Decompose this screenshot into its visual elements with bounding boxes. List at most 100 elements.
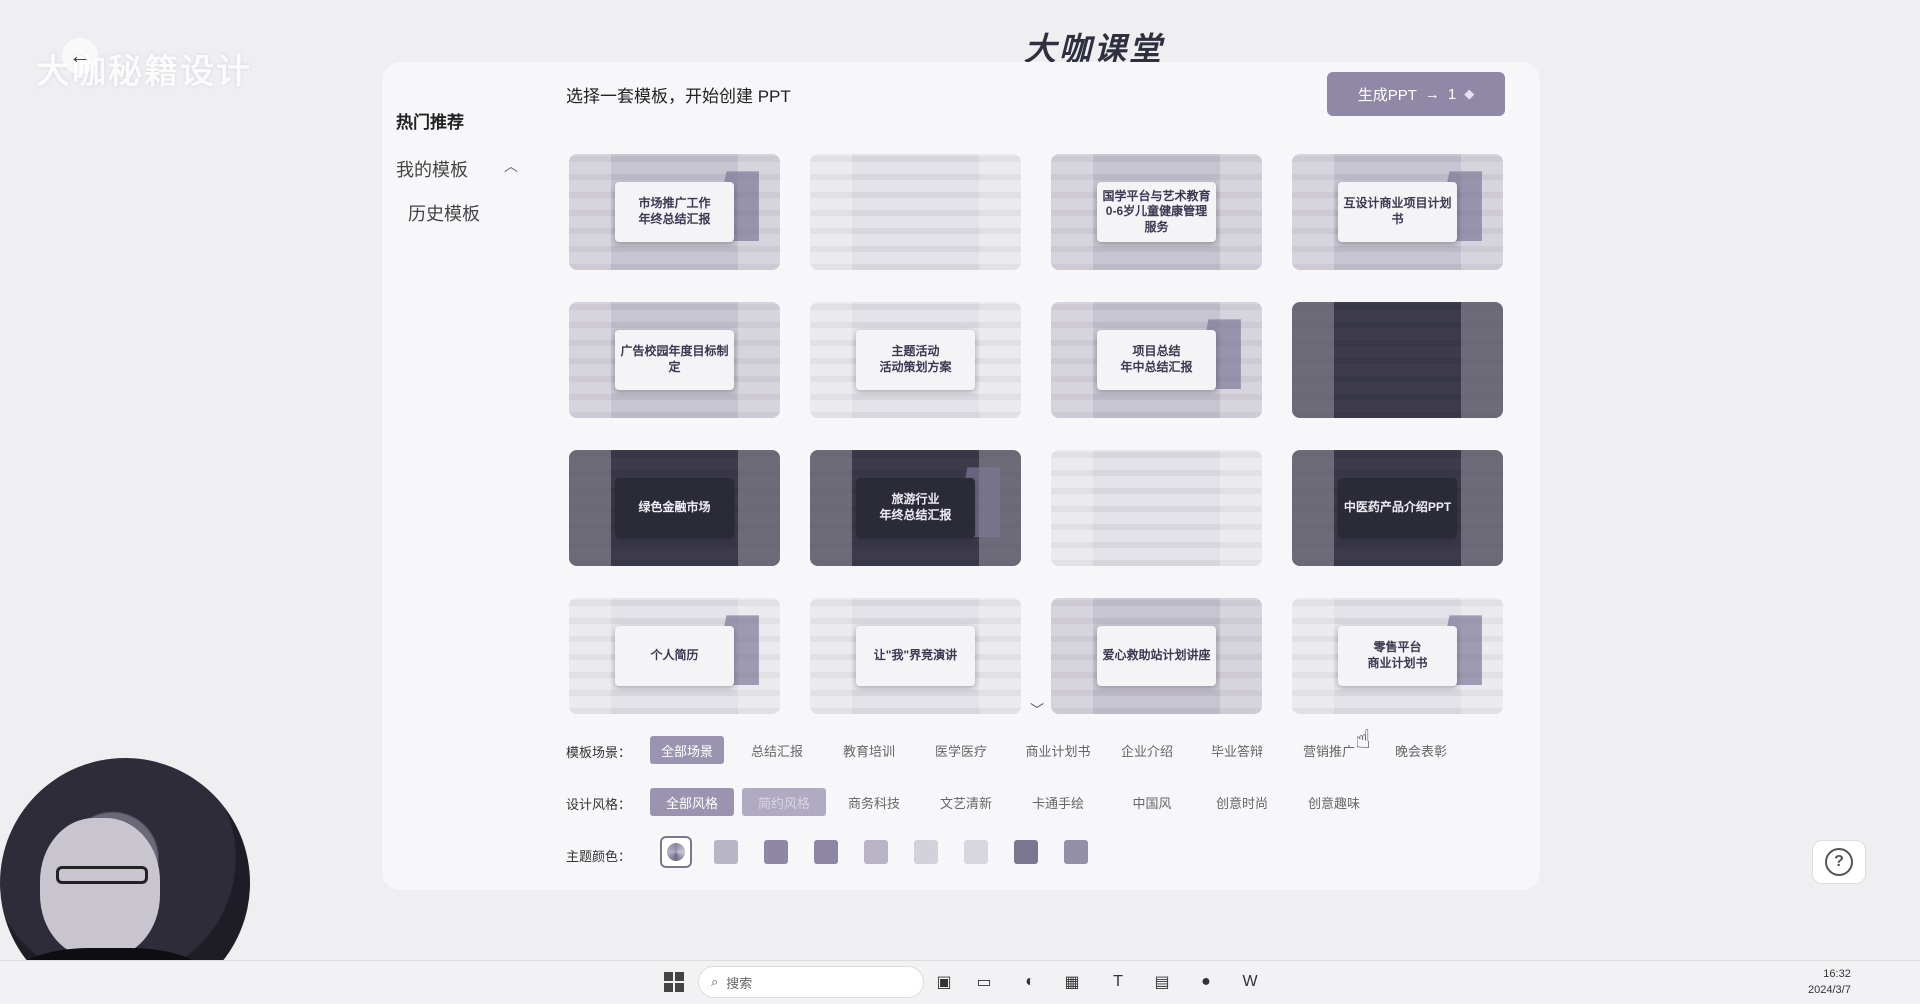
- scene-chip[interactable]: 全部场景: [650, 736, 724, 764]
- style-chip[interactable]: 创意趣味: [1292, 788, 1376, 816]
- taskbar-clock: 16:32 2024/3/7: [1808, 966, 1851, 998]
- sidebar-history-templates[interactable]: 历史模板: [408, 200, 480, 226]
- color-swatch[interactable]: [714, 840, 738, 864]
- style-chip[interactable]: 简约风格: [742, 788, 826, 816]
- template-title: 爱心救助站计划讲座: [1102, 648, 1211, 663]
- template-cover: 项目总结 年中总结汇报: [1097, 329, 1216, 391]
- browser-icon[interactable]: ◐: [1018, 970, 1042, 994]
- scene-chip[interactable]: 毕业答辩: [1200, 736, 1274, 764]
- template-cover: 让"我"界竞演讲: [856, 625, 975, 687]
- template-title: 让"我"界竞演讲: [873, 648, 958, 663]
- template-title: 旅游行业 年终总结汇报: [879, 492, 952, 522]
- template-title: 主题活动 活动策划方案: [879, 344, 952, 374]
- template-title: 国学平台与艺术教育 0-6岁儿童健康管理服务: [1102, 188, 1211, 234]
- template-card[interactable]: 旅游行业 年终总结汇报: [810, 450, 1021, 566]
- template-card[interactable]: 零售平台 商业计划书: [1292, 598, 1503, 714]
- template-title: 项目总结 年中总结汇报: [1120, 344, 1193, 374]
- template-card[interactable]: 项目总结 年中总结汇报: [1051, 302, 1262, 418]
- scene-chip[interactable]: 晚会表彰: [1384, 736, 1458, 764]
- question-icon: ?: [1825, 848, 1853, 876]
- style-chip[interactable]: 全部风格: [650, 788, 734, 816]
- scene-chip[interactable]: 商业计划书: [1016, 736, 1100, 764]
- template-cover: 市场推广工作 年终总结汇报: [615, 181, 734, 243]
- taskbar: [0, 960, 1920, 1004]
- template-cover: 爱心救助站计划讲座: [1097, 625, 1216, 687]
- scene-chip[interactable]: 总结汇报: [740, 736, 814, 764]
- template-card[interactable]: 让"我"界竞演讲: [810, 598, 1021, 714]
- style-chip[interactable]: 文艺清新: [924, 788, 1008, 816]
- template-title: 绿色金融市场: [638, 500, 711, 515]
- color-swatch[interactable]: [864, 840, 888, 864]
- scene-chip[interactable]: 企业介绍: [1110, 736, 1184, 764]
- template-card[interactable]: [1292, 302, 1503, 418]
- template-title: 个人简历: [650, 648, 699, 663]
- app-icon[interactable]: ●: [1194, 970, 1218, 994]
- generate-ppt-button[interactable]: 生成PPT → 1 ◆: [1327, 72, 1505, 116]
- template-cover: 个人简历: [615, 625, 734, 687]
- generate-ppt-label: 生成PPT: [1357, 86, 1417, 104]
- template-thumbnail: [1051, 450, 1262, 566]
- style-filter-label: 设计风格：: [566, 797, 632, 812]
- template-cover: 主题活动 活动策划方案: [856, 329, 975, 391]
- template-card[interactable]: 个人简历: [569, 598, 780, 714]
- presenter-glasses: [56, 866, 148, 884]
- color-swatch[interactable]: [914, 840, 938, 864]
- template-card[interactable]: 绿色金融市场: [569, 450, 780, 566]
- wps-icon[interactable]: W: [1238, 970, 1262, 994]
- template-cover: 绿色金融市场: [615, 477, 734, 539]
- template-card[interactable]: 市场推广工作 年终总结汇报: [569, 154, 780, 270]
- style-chip[interactable]: 创意时尚: [1200, 788, 1284, 816]
- color-swatch[interactable]: [814, 840, 838, 864]
- scene-chip[interactable]: 医学医疗: [924, 736, 998, 764]
- search-icon: ⌕: [711, 974, 719, 989]
- template-card[interactable]: [810, 154, 1021, 270]
- sidebar-my-templates[interactable]: 我的模板: [396, 156, 468, 182]
- template-cover: 零售平台 商业计划书: [1338, 625, 1457, 687]
- taskview-icon[interactable]: ▣: [932, 970, 956, 994]
- template-card[interactable]: [1051, 450, 1262, 566]
- template-card[interactable]: 国学平台与艺术教育 0-6岁儿童健康管理服务: [1051, 154, 1262, 270]
- template-cover: 中医药产品介绍PPT: [1338, 477, 1457, 539]
- color-filter-label: 主题颜色：: [566, 849, 632, 864]
- presenter-face: [40, 818, 160, 958]
- chevron-down-icon[interactable]: ﹀: [1030, 700, 1044, 720]
- clock-date: 2024/3/7: [1808, 984, 1851, 996]
- gem-icon: ◆: [1464, 86, 1475, 101]
- color-swatch[interactable]: [1014, 840, 1038, 864]
- help-button[interactable]: ?: [1812, 840, 1866, 884]
- color-swatch[interactable]: [1064, 840, 1088, 864]
- typora-icon[interactable]: T: [1106, 970, 1130, 994]
- back-button[interactable]: ←: [62, 38, 98, 74]
- template-cover: 广告校园年度目标制定: [615, 329, 734, 391]
- scene-filter-label: 模板场景：: [566, 745, 632, 760]
- template-card[interactable]: 中医药产品介绍PPT: [1292, 450, 1503, 566]
- template-card[interactable]: 主题活动 活动策划方案: [810, 302, 1021, 418]
- template-cover: 国学平台与艺术教育 0-6岁儿童健康管理服务: [1097, 181, 1216, 243]
- template-card[interactable]: 广告校园年度目标制定: [569, 302, 780, 418]
- sidebar-hot-recommend[interactable]: 热门推荐: [396, 108, 464, 133]
- template-title: 中医药产品介绍PPT: [1343, 500, 1452, 515]
- template-card[interactable]: 爱心救助站计划讲座: [1051, 598, 1262, 714]
- color-swatch[interactable]: [764, 840, 788, 864]
- color-wheel-icon: [667, 843, 685, 861]
- style-chip[interactable]: 卡通手绘: [1016, 788, 1100, 816]
- credit-count: 1: [1447, 85, 1457, 103]
- notes-icon[interactable]: ▤: [1150, 970, 1174, 994]
- taskbar-search[interactable]: ⌕ 搜索: [698, 966, 924, 998]
- template-title: 互设计商业项目计划书: [1343, 196, 1452, 226]
- arrow-right-icon: →: [1424, 85, 1440, 103]
- app-grid-icon[interactable]: ▦: [1060, 970, 1084, 994]
- color-swatch-all[interactable]: [660, 836, 692, 868]
- template-card[interactable]: 互设计商业项目计划书: [1292, 154, 1503, 270]
- scene-chip[interactable]: 教育培训: [832, 736, 906, 764]
- template-title: 广告校园年度目标制定: [620, 344, 729, 374]
- file-explorer-icon[interactable]: ▭: [972, 970, 996, 994]
- template-title: 零售平台 商业计划书: [1367, 640, 1428, 670]
- style-chip[interactable]: 中国风: [1110, 788, 1194, 816]
- hand-cursor-icon: ☝: [1355, 724, 1371, 754]
- color-swatch[interactable]: [964, 840, 988, 864]
- clock-time: 16:32: [1823, 968, 1851, 980]
- windows-start-icon[interactable]: [662, 970, 686, 994]
- style-chip[interactable]: 商务科技: [832, 788, 916, 816]
- chevron-up-icon[interactable]: ︿: [504, 156, 518, 176]
